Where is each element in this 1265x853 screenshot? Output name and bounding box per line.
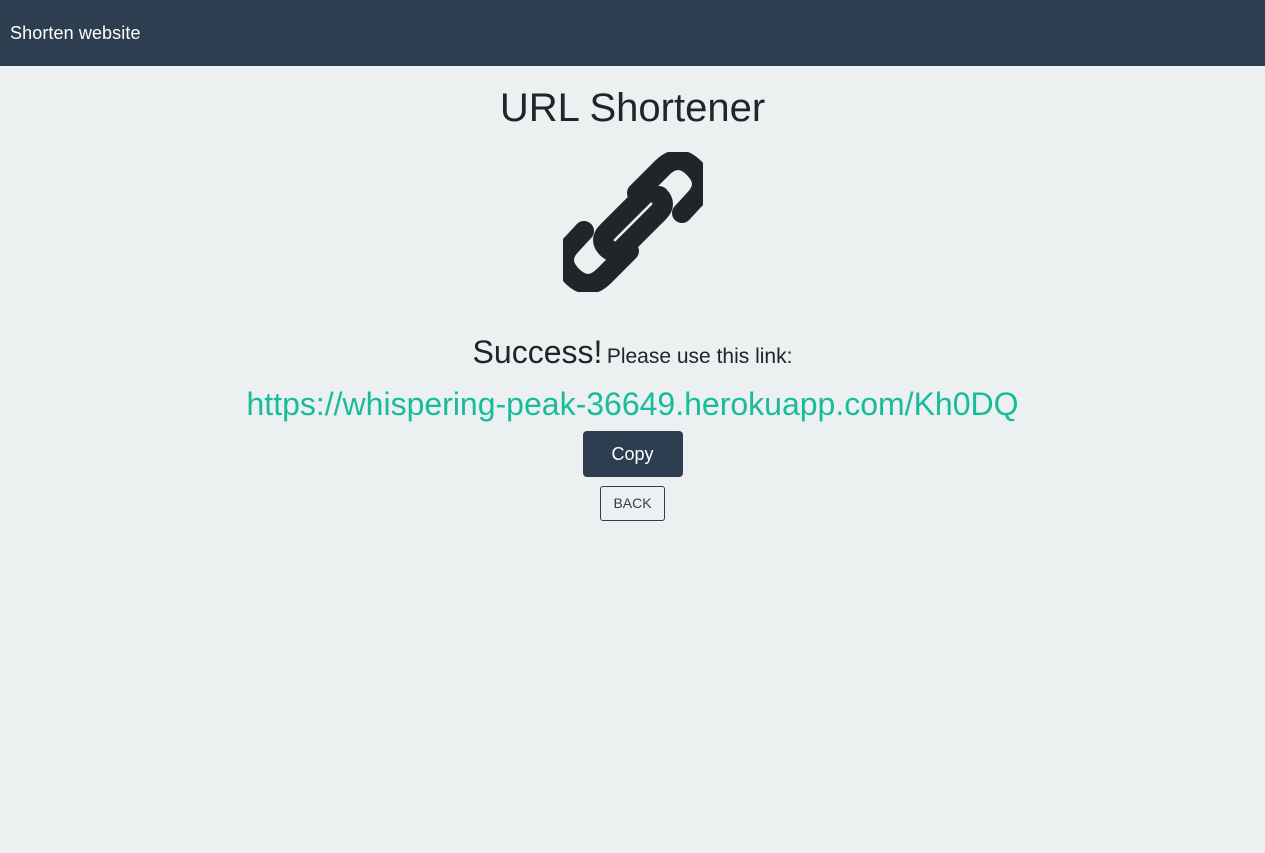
link-icon-svg xyxy=(562,152,703,292)
link-icon xyxy=(0,152,1265,292)
navbar-brand[interactable]: Shorten website xyxy=(10,23,141,44)
top-navbar: Shorten website xyxy=(0,0,1265,66)
success-line: Success! Please use this link: xyxy=(0,330,1265,381)
copy-button[interactable]: Copy xyxy=(582,431,683,477)
back-button[interactable]: BACK xyxy=(600,486,665,521)
main-content: URL Shortener Success! Please use this l… xyxy=(0,84,1265,521)
success-message: Please use this link: xyxy=(606,345,793,368)
shortened-url-link[interactable]: https://whispering-peak-36649.herokuapp.… xyxy=(247,385,1019,423)
success-heading: Success! xyxy=(472,334,603,370)
page-title: URL Shortener xyxy=(499,86,766,130)
